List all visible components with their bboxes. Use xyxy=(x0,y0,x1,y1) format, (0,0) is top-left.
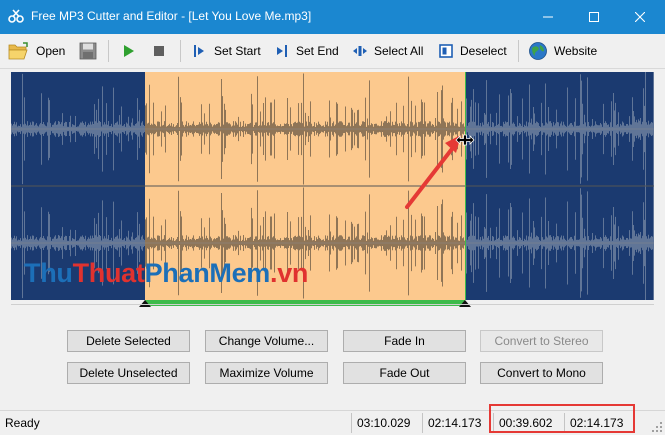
window-title: Free MP3 Cutter and Editor - [Let You Lo… xyxy=(31,9,312,23)
open-button[interactable]: Open xyxy=(8,39,65,63)
open-label: Open xyxy=(36,44,66,58)
stop-icon xyxy=(154,46,164,56)
panel-divider xyxy=(11,304,654,305)
title-bar: Free MP3 Cutter and Editor - [Let You Lo… xyxy=(0,0,665,34)
waveform-view[interactable] xyxy=(11,72,654,300)
deselect-label: Deselect xyxy=(460,44,507,58)
set-end-icon xyxy=(277,45,287,57)
change-volume-button[interactable]: Change Volume... xyxy=(205,330,328,352)
play-button[interactable] xyxy=(121,39,143,63)
website-button[interactable]: Website xyxy=(528,39,597,63)
deselect-icon xyxy=(439,44,453,58)
convert-to-stereo-button[interactable]: Convert to Stereo xyxy=(480,330,603,352)
status-bar: Ready 03:10.029 02:14.173 00:39.602 02:1… xyxy=(0,410,665,435)
fade-out-button[interactable]: Fade Out xyxy=(343,362,466,384)
maximize-volume-button[interactable]: Maximize Volume xyxy=(205,362,328,384)
deselect-button[interactable]: Deselect xyxy=(438,39,507,63)
close-icon xyxy=(635,12,645,22)
delete-selected-button[interactable]: Delete Selected xyxy=(67,330,190,352)
maximize-button[interactable] xyxy=(571,0,617,34)
maximize-icon xyxy=(589,12,599,22)
toolbar-separator xyxy=(180,40,181,62)
save-button[interactable] xyxy=(79,39,103,63)
scissors-app-icon xyxy=(8,9,24,23)
resize-grip-icon[interactable] xyxy=(651,421,663,433)
current-position: 02:14.173 xyxy=(428,415,482,430)
total-length: 03:10.029 xyxy=(357,415,411,430)
folder-open-icon xyxy=(8,42,28,60)
toolbar-separator xyxy=(108,40,109,62)
minimize-icon xyxy=(543,16,553,18)
status-text: Ready xyxy=(5,415,40,430)
set-start-icon xyxy=(194,45,204,57)
waveform-canvas[interactable] xyxy=(11,72,654,300)
selection-end: 02:14.173 xyxy=(570,415,624,430)
selection-length: 00:39.602 xyxy=(499,415,553,430)
toolbar: Open Set Start Set End Select All Desele… xyxy=(0,34,665,69)
convert-to-mono-button[interactable]: Convert to Mono xyxy=(480,362,603,384)
close-button[interactable] xyxy=(617,0,663,34)
selection-track[interactable] xyxy=(11,296,654,307)
website-label: Website xyxy=(554,44,598,58)
set-start-label: Set Start xyxy=(214,44,261,58)
toolbar-separator xyxy=(518,40,519,62)
minimize-button[interactable] xyxy=(525,0,571,34)
play-icon xyxy=(124,45,134,57)
select-all-button[interactable]: Select All xyxy=(352,39,423,63)
set-start-button[interactable]: Set Start xyxy=(192,39,261,63)
globe-icon xyxy=(529,42,547,60)
selection-track-bar xyxy=(145,300,465,306)
stop-button[interactable] xyxy=(151,39,173,63)
set-end-label: Set End xyxy=(296,44,339,58)
select-all-icon xyxy=(353,46,367,56)
set-end-button[interactable]: Set End xyxy=(274,39,339,63)
save-floppy-icon xyxy=(79,42,97,60)
fade-in-button[interactable]: Fade In xyxy=(343,330,466,352)
delete-unselected-button[interactable]: Delete Unselected xyxy=(67,362,190,384)
selection-track-canvas[interactable] xyxy=(11,299,654,307)
select-all-label: Select All xyxy=(374,44,424,58)
